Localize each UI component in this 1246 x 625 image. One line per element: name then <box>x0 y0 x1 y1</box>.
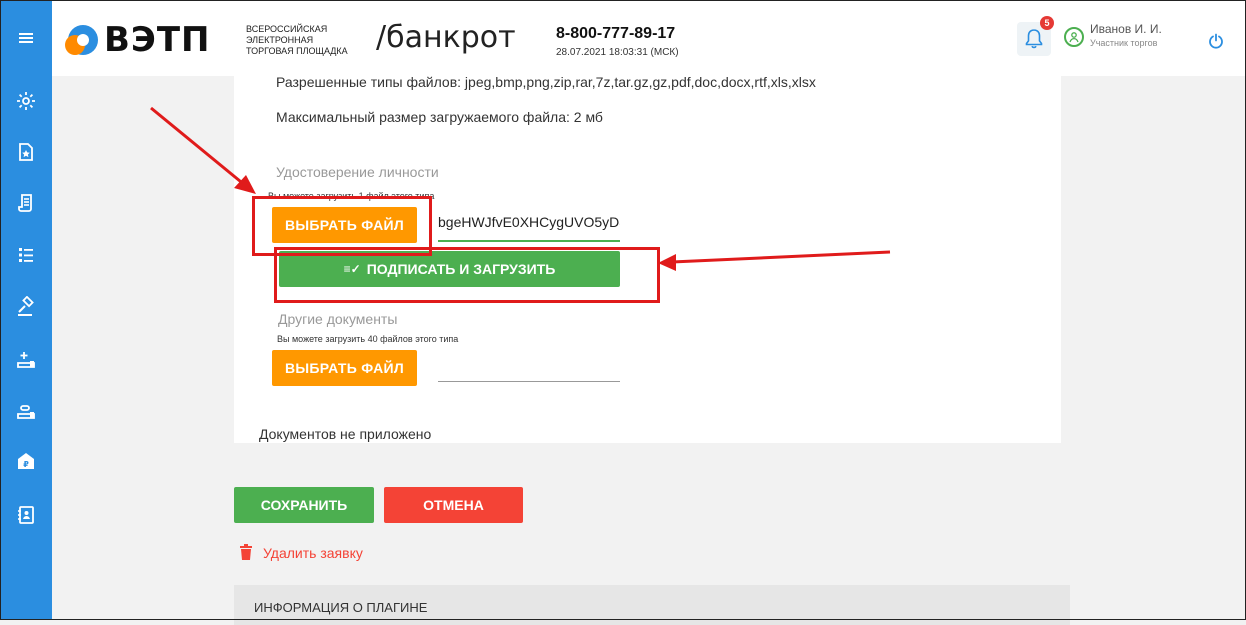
document-star-icon <box>19 143 33 161</box>
bell-icon <box>1025 29 1043 49</box>
logo[interactable]: ВЭТП <box>65 20 211 60</box>
svg-text:₽: ₽ <box>23 460 29 469</box>
lot-add-icon <box>17 352 35 368</box>
contacts-icon <box>18 506 34 524</box>
list-icon <box>19 248 33 262</box>
arrow-line-to-choose-file <box>150 106 247 188</box>
other-documents-label: Другие документы <box>278 311 398 327</box>
sidebar-item-contacts[interactable] <box>0 495 52 535</box>
server-datetime: 28.07.2021 18:03:31 (МСК) <box>556 47 679 58</box>
trash-icon[interactable] <box>240 544 256 562</box>
logo-subtitle-line: ЭЛЕКТРОННАЯ <box>246 35 314 45</box>
choose-file-button[interactable]: ВЫБРАТЬ ФАЙЛ <box>272 207 417 243</box>
logo-subtitle: ВСЕРОССИЙСКАЯ ЭЛЕКТРОННАЯ ТОРГОВАЯ ПЛОЩА… <box>246 24 366 57</box>
logout-button[interactable] <box>1208 33 1224 54</box>
logo-subtitle-line: ВСЕРОССИЙСКАЯ <box>246 24 328 34</box>
lot-icon <box>17 405 35 419</box>
sidebar-item-finance[interactable]: ₽ <box>0 441 52 481</box>
id-document-label: Удостоверение личности <box>276 164 439 180</box>
plugin-info-title: ИНФОРМАЦИЯ О ПЛАГИНЕ <box>254 600 428 615</box>
sidebar-item-contracts[interactable] <box>0 183 52 223</box>
scroll-icon <box>18 194 32 212</box>
sidebar-item-auctions[interactable] <box>0 287 52 327</box>
save-button[interactable]: СОХРАНИТЬ <box>234 487 374 523</box>
sidebar-item-documents[interactable] <box>0 132 52 172</box>
other-documents-file-field[interactable] <box>438 357 620 382</box>
sidebar-item-add-lot[interactable] <box>0 340 52 380</box>
top-bar: ВЭТП ВСЕРОССИЙСКАЯ ЭЛЕКТРОННАЯ ТОРГОВАЯ … <box>0 0 1246 76</box>
other-documents-hint: Вы можете загрузить 40 файлов этого типа <box>277 334 459 344</box>
sidebar-item-lists[interactable] <box>0 235 52 275</box>
allowed-file-types: Разрешенные типы файлов: jpeg,bmp,png,zi… <box>276 74 816 90</box>
sign-and-upload-button[interactable]: ≡✓ ПОДПИСАТЬ И ЗАГРУЗИТЬ <box>279 251 620 287</box>
id-document-hint: Вы можете загрузить 1 файл этого типа <box>268 191 435 201</box>
section-title: /банкрот <box>376 20 516 55</box>
phone-number[interactable]: 8-800-777-89-17 <box>556 25 675 43</box>
id-document-file-field[interactable]: bgeHWJfvE0XHCygUVO5yD8 <box>438 214 620 242</box>
no-documents-text: Документов не приложено <box>259 426 432 442</box>
plugin-info-panel[interactable]: ИНФОРМАЦИЯ О ПЛАГИНЕ <box>234 585 1070 625</box>
money-icon: ₽ <box>18 453 34 469</box>
menu-toggle-button[interactable] <box>0 18 52 58</box>
sign-list-icon: ≡✓ <box>343 262 361 276</box>
power-icon <box>1209 33 1223 49</box>
auction-hammer-icon <box>18 296 34 316</box>
sidebar-item-lots[interactable] <box>0 391 52 431</box>
user-name[interactable]: Иванов И. И. <box>1090 22 1162 36</box>
user-role: Участник торгов <box>1090 38 1158 48</box>
sidebar-item-settings[interactable] <box>0 81 52 121</box>
sidebar: ₽ <box>0 0 52 620</box>
logo-subtitle-line: ТОРГОВАЯ ПЛОЩАДКА <box>246 46 348 56</box>
logo-text: ВЭТП <box>104 20 211 60</box>
delete-application-link[interactable]: Удалить заявку <box>263 545 363 561</box>
settings-icon <box>17 92 35 110</box>
max-file-size: Максимальный размер загружаемого файла: … <box>276 109 603 125</box>
notifications-badge: 5 <box>1040 16 1054 30</box>
choose-file-button-other[interactable]: ВЫБРАТЬ ФАЙЛ <box>272 350 417 386</box>
sign-and-upload-label: ПОДПИСАТЬ И ЗАГРУЗИТЬ <box>366 261 556 277</box>
logo-mark-icon <box>65 25 98 55</box>
menu-icon <box>19 33 33 43</box>
user-avatar-icon[interactable] <box>1064 27 1084 47</box>
cancel-button[interactable]: ОТМЕНА <box>384 487 523 523</box>
